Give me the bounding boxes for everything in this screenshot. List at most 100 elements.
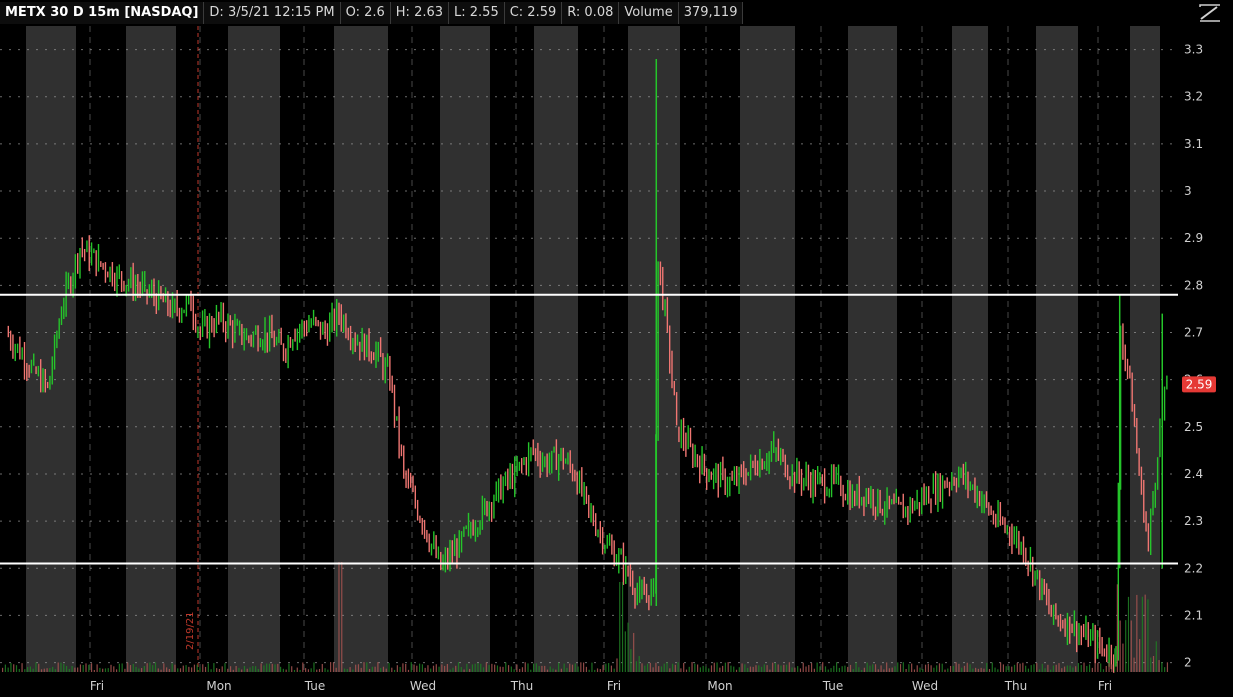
volume-bar [1075,666,1077,672]
volume-bar [474,663,476,672]
volume-bar [1033,664,1035,672]
volume-bar [697,664,699,672]
volume-bar [997,669,999,672]
volume-bar [107,668,109,672]
volume-bar [199,667,201,672]
volume-bar [613,668,615,672]
volume-bar [288,663,290,672]
volume-bar [872,664,874,672]
volume-bar [235,666,237,672]
volume-bar [346,669,348,672]
volume-bar [382,666,385,672]
volume-bar [1030,665,1032,672]
open-label: O: 2.6 [341,2,391,24]
volume-bar [405,663,407,672]
volume-bar [688,666,690,672]
volume-bar [991,662,993,672]
volume-bar [844,665,846,672]
volume-bar [368,668,371,672]
volume-bar [638,656,640,672]
volume-bar [221,666,223,672]
volume-bar [482,667,485,672]
volume-bar [608,663,610,672]
volume-bar [516,664,518,672]
volume-bar [1097,662,1099,672]
volume-bar [260,663,262,672]
volume-bar [74,667,76,672]
volume-bar [146,663,148,672]
volume-bar [29,666,31,672]
volume-bar [646,663,649,672]
volume-bar [113,666,115,672]
volume-bar [969,664,971,672]
volume-bar [185,665,187,672]
volume-bar [1080,665,1082,672]
volume-bar [313,662,315,672]
volume-bar [1088,664,1091,672]
volume-bar [1061,668,1063,672]
volume-bar [21,663,23,672]
volume-bar [1050,669,1052,672]
volume-bar [621,582,624,672]
volume-bar [724,662,726,672]
volume-bar [874,664,877,672]
y-tick-label: 2.9 [1184,231,1203,245]
x-tick-label: Thu [510,679,534,693]
volume-bar [569,663,571,672]
volume-bar [193,664,196,672]
volume-bar [327,669,329,672]
volume-bar [994,667,996,672]
volume-bar [1164,667,1166,672]
volume-bar [285,669,287,672]
volume-bar [558,662,560,672]
volume-bar [446,663,448,672]
volume-bar [747,667,749,672]
volume-bar [496,665,499,672]
volume-bar [257,669,259,672]
volume-bar [1011,666,1013,672]
volume-bar [127,662,129,672]
date-label: D: 3/5/21 12:15 PM [204,2,341,24]
volume-bar [477,662,479,672]
volume-bar [63,663,65,672]
volume-bar [324,668,326,672]
volume-bar [90,663,93,672]
volume-bar [836,662,838,672]
volume-bar [785,664,788,672]
volume-bar [849,664,852,672]
volume-bar [71,665,73,672]
volume-bar [1055,664,1057,672]
volume-bar [866,662,868,672]
close-label: C: 2.59 [505,2,563,24]
volume-bar [1002,664,1004,672]
volume-bar [1161,662,1163,672]
volume-bar [902,662,904,672]
chart-canvas[interactable]: 22.12.22.32.42.52.62.72.82.933.13.23.3Fr… [0,0,1233,697]
volume-bar [85,663,87,672]
volume-bar [341,562,343,672]
symbol-label[interactable]: METX 30 D 15m [NASDAQ] [0,2,205,24]
volume-bar [546,669,549,672]
volume-bar [805,666,807,672]
volume-bar [641,663,643,672]
volume-bar [886,662,888,672]
volume-bar [633,632,635,672]
volume-bar [129,665,132,672]
volume-bar [238,667,240,672]
y-tick-label: 2.1 [1184,608,1203,622]
volume-bar [927,663,929,672]
volume-bar [660,666,663,672]
session-band-10 [1036,26,1078,672]
volume-bar [833,665,835,672]
volume-bar [541,665,543,672]
volume-bar [43,668,45,672]
expand-chart-icon[interactable] [1197,2,1223,24]
volume-bar [149,662,151,672]
volume-bar [227,668,229,672]
volume-bar [538,666,540,672]
volume-bar [132,663,134,672]
volume-bar [822,662,824,672]
volume-bar [15,665,18,672]
price-chart[interactable]: 22.12.22.32.42.52.62.72.82.933.13.23.3Fr… [0,0,1233,697]
volume-bar [891,667,893,672]
